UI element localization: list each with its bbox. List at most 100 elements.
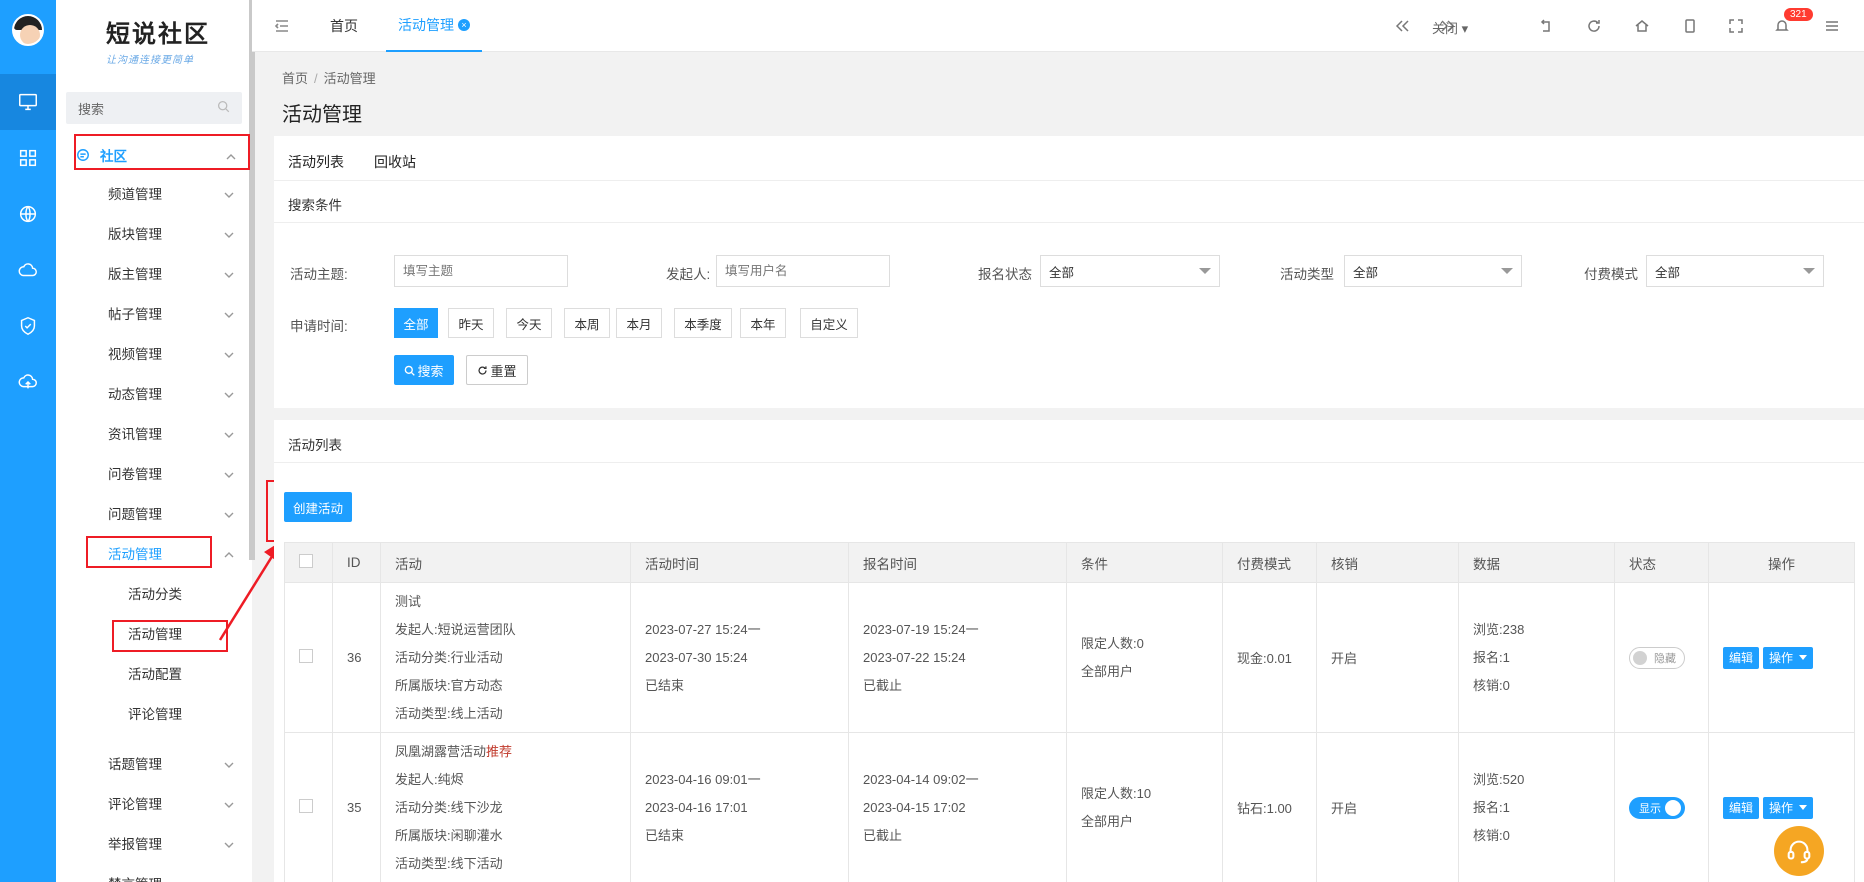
fullscreen-icon[interactable] [1728,18,1744,34]
close-tabs-label: 关闭 [1432,21,1459,36]
time-option-label: 今天 [516,317,542,332]
submenu-item[interactable]: 活动分类 [128,578,182,608]
activity-name[interactable]: 凤凰湖露营活动 [395,744,486,759]
menu-item[interactable]: 举报管理 [108,828,246,858]
time-option-label: 本周 [574,317,600,332]
edit-button[interactable]: 编辑 [1723,646,1760,669]
edit-button[interactable]: 编辑 [1723,796,1760,819]
select-all-checkbox[interactable] [299,554,313,568]
row-checkbox[interactable] [299,649,313,663]
select-all-header[interactable] [284,542,333,583]
activity-time-cell: 2023-07-27 15:24一 2023-07-30 15:24 已结束 [630,582,849,733]
time-option-all[interactable]: 全部 [394,308,438,338]
activity-section: 所属版块:官方动态 [395,677,503,693]
breadcrumb-sep: / [314,71,318,86]
avatar[interactable] [12,14,44,46]
cloud-upload-icon[interactable] [0,354,56,410]
data-cell: 浏览:238 报名:1 核销:0 [1458,582,1615,733]
activity-type-value: 全部 [1353,265,1379,280]
menu-item-label: 问卷管理 [108,467,162,482]
column-header: 活动时间 [630,542,849,583]
menu-item[interactable]: 帖子管理 [108,298,246,328]
tab-close-icon[interactable]: × [458,19,470,31]
menu-item[interactable]: 频道管理 [108,178,246,208]
tab-recycle-bin[interactable]: 回收站 [374,152,416,172]
signup-status-select[interactable]: 全部 [1040,255,1220,287]
back-icon[interactable] [1538,18,1554,34]
row-select-cell [284,582,333,733]
customer-service-icon[interactable] [1774,826,1824,876]
menu-item-label: 禁言管理 [108,873,162,882]
row-checkbox[interactable] [299,799,313,813]
activity-name[interactable]: 测试 [395,594,421,609]
menu-item[interactable]: 问卷管理 [108,458,246,488]
more-actions-button[interactable]: 操作 [1763,646,1814,669]
create-activity-button[interactable]: 创建活动 [284,492,352,522]
status-toggle[interactable]: 显示 [1629,796,1685,819]
grid-icon[interactable] [0,130,56,186]
tab-activity-manage[interactable]: 活动管理 × [386,0,482,52]
menu-item[interactable]: 问题管理 [108,498,246,528]
prev-tabs-icon[interactable] [1394,18,1410,34]
more-actions-label: 操作 [1769,801,1794,815]
menu-item[interactable]: 动态管理 [108,378,246,408]
signup-start: 2023-04-14 09:02一 [863,771,979,787]
column-header: 操作 [1708,542,1855,583]
close-tabs-dropdown[interactable]: 关闭 ▾ [1432,18,1468,37]
apply-time-label: 申请时间: [290,319,348,334]
more-actions-button[interactable]: 操作 [1763,796,1814,819]
chevron-down-icon [224,798,234,808]
menu-item[interactable]: 版主管理 [108,258,246,288]
menu-item-label: 话题管理 [108,757,162,772]
breadcrumb-home[interactable]: 首页 [282,71,308,86]
pay-mode-value: 全部 [1655,265,1681,280]
menu-item[interactable]: 资讯管理 [108,418,246,448]
time-option[interactable]: 本年 [740,308,786,338]
signup-start: 2023-07-19 15:24一 [863,621,979,637]
shield-icon[interactable] [0,298,56,354]
tab-activity-list[interactable]: 活动列表 [288,152,344,172]
monitor-icon[interactable] [0,74,56,130]
column-header: 核销 [1316,542,1459,583]
annotation-box [86,536,212,568]
cloud-icon[interactable] [0,242,56,298]
menu-item[interactable]: 版块管理 [108,218,246,248]
search-button[interactable]: 搜索 [394,355,454,385]
globe-icon[interactable] [0,186,56,242]
topic-input[interactable] [394,255,568,287]
submenu-item[interactable]: 评论管理 [128,698,182,728]
sidebar-fold-icon[interactable] [274,18,290,37]
menu-item[interactable]: 视频管理 [108,338,246,368]
time-option[interactable]: 自定义 [800,308,858,338]
menu-item[interactable]: 话题管理 [108,748,246,778]
menu-item[interactable]: 禁言管理 [108,868,246,882]
mobile-icon[interactable] [1682,18,1698,34]
activity-type-label: 活动类型 [1280,267,1334,282]
search-panel-title: 搜索条件 [288,198,342,213]
sidebar-scrollbar[interactable] [249,0,255,560]
home-icon[interactable] [1634,18,1650,34]
time-option-label: 本年 [750,317,776,332]
time-option[interactable]: 本季度 [674,308,732,338]
time-option[interactable]: 今天 [506,308,552,338]
submenu-item[interactable]: 活动配置 [128,658,182,688]
pay-mode-select[interactable]: 全部 [1646,255,1824,287]
time-end: 2023-07-30 15:24 [645,649,748,665]
time-option[interactable]: 本月 [616,308,662,338]
initiator-input[interactable] [716,255,890,287]
chevron-down-icon [224,468,234,478]
time-option[interactable]: 昨天 [448,308,494,338]
condition-limit: 限定人数:0 [1081,635,1144,651]
reset-button[interactable]: 重置 [466,355,528,385]
status-toggle[interactable]: 隐藏 [1629,646,1685,669]
chevron-down-icon [224,428,234,438]
menu-item[interactable]: 评论管理 [108,788,246,818]
activity-type-select[interactable]: 全部 [1344,255,1522,287]
sidebar-search-input[interactable]: 搜索 [66,92,242,124]
tab-home[interactable]: 首页 [330,0,358,52]
time-option[interactable]: 本周 [564,308,610,338]
menu-icon[interactable] [1824,18,1840,34]
status-toggle-label: 显示 [1639,802,1661,815]
more-actions-label: 操作 [1769,651,1794,665]
refresh-icon[interactable] [1586,18,1602,34]
